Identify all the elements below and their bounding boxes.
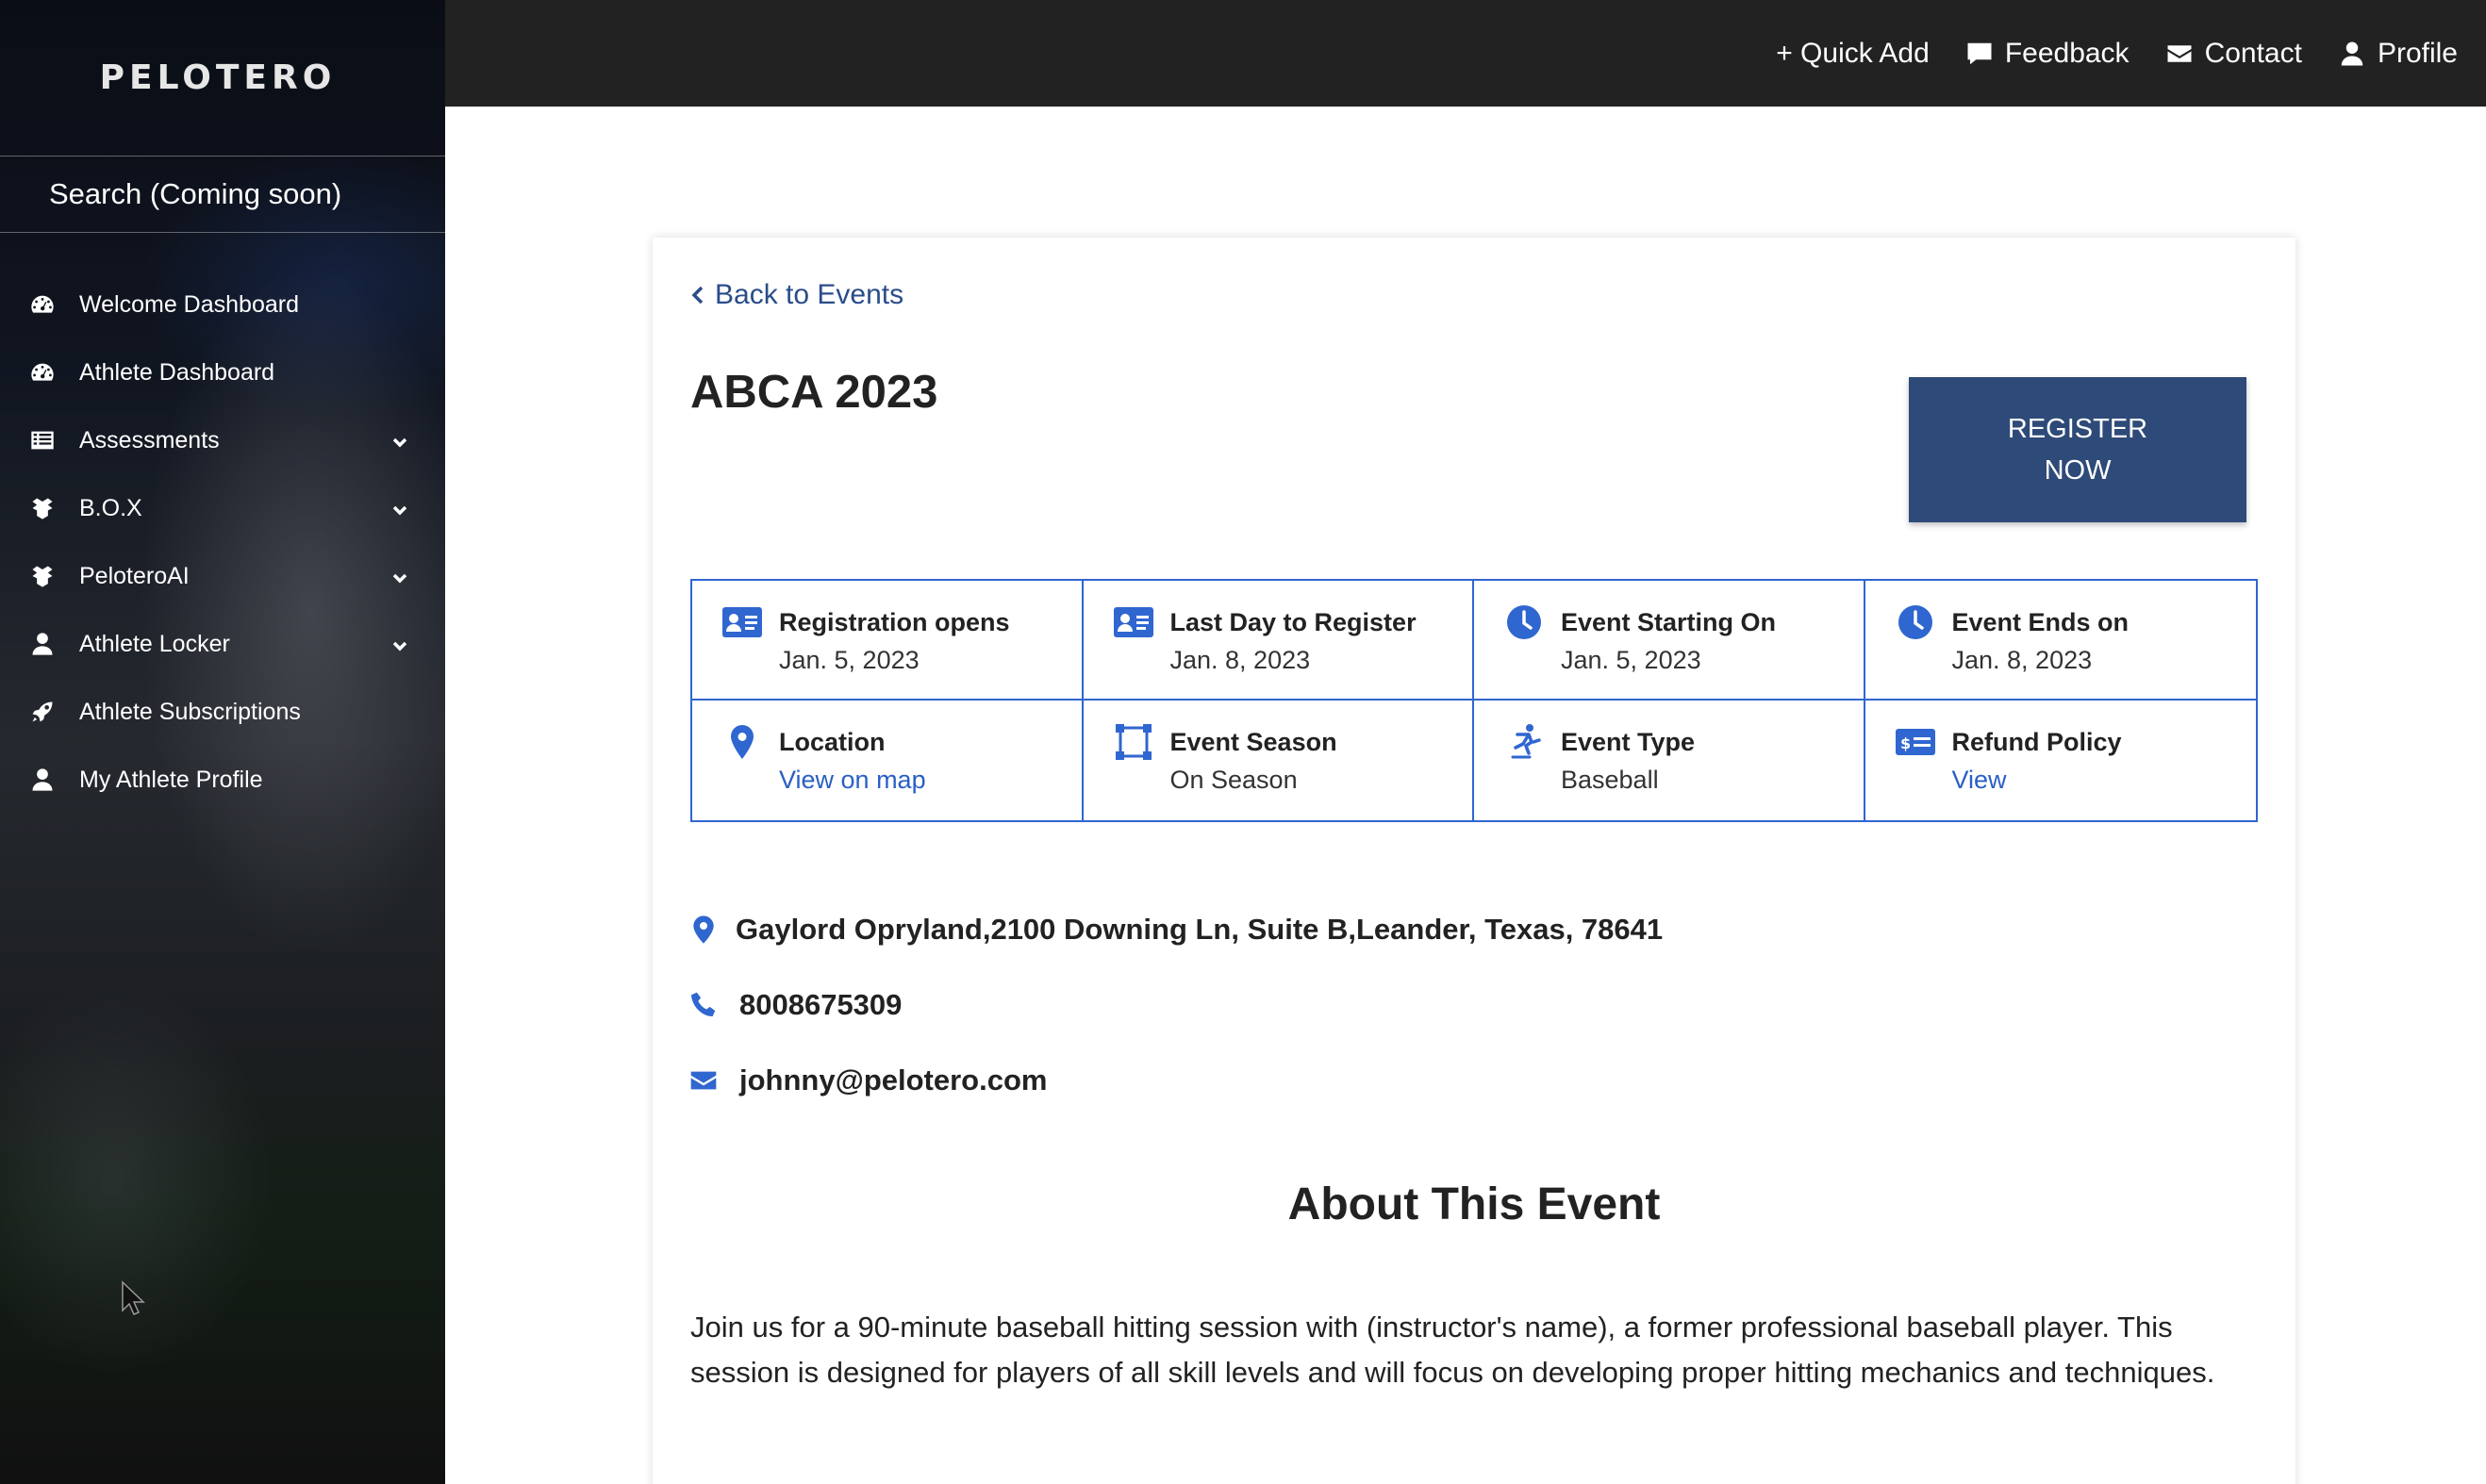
map-pin-icon [693,915,714,944]
comment-icon [1967,42,1992,64]
detail-value: Jan. 5, 2023 [779,646,920,674]
event-card: Back to Events ABCA 2023 REGISTER NOW Re… [653,238,2295,1484]
mouse-cursor-icon [122,1280,145,1315]
chevron-down-icon[interactable] [390,431,409,450]
detail-value: On Season [1169,766,1298,794]
box-icon [28,495,57,521]
search-label: Search (Coming soon) [49,177,342,210]
detail-event-ends-on: Event Ends on Jan. 8, 2023 [1864,581,2256,701]
svg-text:$: $ [1900,734,1911,752]
frame-icon [1112,723,1155,761]
phone-text: 8008675309 [739,988,903,1021]
money-card-icon: $ [1894,723,1937,761]
clock-icon [1894,603,1937,641]
address-text: Gaylord Opryland,2100 Downing Ln, Suite … [736,913,1664,946]
event-details-grid: Registration opens Jan. 5, 2023 Last Day … [690,579,2258,822]
event-phone: 8008675309 [688,988,902,1022]
about-text: Join us for a 90-minute baseball hitting… [690,1311,2215,1389]
detail-refund-policy: $ Refund Policy View [1865,701,2257,820]
sidebar-item-box[interactable]: B.O.X [0,474,445,542]
profile-button[interactable]: Profile [2338,38,2458,70]
detail-label: Registration opens [779,608,1010,636]
event-title: ABCA 2023 [690,367,938,418]
sidebar-item-label: PeloteroAI [79,562,190,589]
chevron-down-icon[interactable] [390,499,409,518]
user-icon [28,767,57,793]
envelope-icon [690,1071,717,1090]
dashboard-icon [28,359,57,386]
id-card-icon [1112,603,1155,641]
detail-label: Event Type [1561,728,1696,756]
event-email: johnny@pelotero.com [688,1064,1047,1097]
sidebar-item-label: Assessments [79,426,220,453]
top-bar: + Quick Add Feedback Contact Profile [445,0,2486,107]
dashboard-icon [28,291,57,318]
about-title: About This Event [1287,1179,1661,1229]
sidebar-nav: Welcome Dashboard Athlete Dashboard Asse… [0,233,445,814]
sidebar-item-assessments[interactable]: Assessments [0,406,445,474]
search-box[interactable]: Search (Coming soon) [0,156,445,233]
sidebar-item-athlete-dashboard[interactable]: Athlete Dashboard [0,338,445,406]
detail-value: Jan. 5, 2023 [1561,646,1701,674]
chevron-left-icon [691,286,704,305]
detail-label: Event Season [1169,728,1337,756]
chevron-down-icon[interactable] [390,567,409,585]
sidebar-item-label: My Athlete Profile [79,766,263,793]
sidebar-item-peloteroai[interactable]: PeloteroAI [0,542,445,610]
sidebar-item-label: Athlete Subscriptions [79,698,301,725]
sidebar-item-label: Welcome Dashboard [79,290,299,318]
list-icon [28,427,57,453]
sidebar-item-my-athlete-profile[interactable]: My Athlete Profile [0,746,445,814]
detail-registration-opens: Registration opens Jan. 5, 2023 [692,581,1084,701]
map-pin-icon [721,723,764,761]
contact-label: Contact [2204,37,2302,69]
feedback-label: Feedback [2004,37,2130,69]
sidebar-item-athlete-subscriptions[interactable]: Athlete Subscriptions [0,678,445,746]
feedback-button[interactable]: Feedback [1965,38,2130,70]
quick-add-button[interactable]: + Quick Add [1776,38,1930,70]
phone-icon [690,992,716,1016]
logo[interactable]: PELOTERO [0,0,445,156]
envelope-icon [2167,44,2192,62]
clock-icon [1502,603,1546,641]
sidebar: PELOTERO Search (Coming soon) Welcome Da… [0,0,445,1484]
email-text[interactable]: johnny@pelotero.com [739,1064,1047,1097]
detail-label: Location [779,728,886,756]
detail-value: Jan. 8, 2023 [1951,646,2093,674]
profile-label: Profile [2377,37,2458,69]
sidebar-item-welcome-dashboard[interactable]: Welcome Dashboard [0,271,445,338]
event-address: Gaylord Opryland,2100 Downing Ln, Suite … [688,913,1663,947]
sidebar-item-label: Athlete Locker [79,630,230,657]
detail-label: Event Starting On [1561,608,1777,636]
view-refund-policy-link[interactable]: View [1952,761,2122,799]
sidebar-item-label: Athlete Dashboard [79,358,275,386]
contact-button[interactable]: Contact [2165,38,2302,70]
back-label: Back to Events [715,279,904,310]
quick-add-label: + Quick Add [1776,37,1930,69]
detail-location: Location View on map [692,701,1084,820]
detail-value: Jan. 8, 2023 [1169,646,1311,674]
box-icon [28,563,57,589]
register-now-button[interactable]: REGISTER NOW [1909,377,2246,522]
skater-icon [1502,723,1546,761]
chevron-down-icon[interactable] [390,635,409,653]
detail-label: Refund Policy [1951,728,2122,756]
detail-event-type: Event Type Baseball [1474,701,1865,820]
user-icon [28,631,57,657]
sidebar-item-athlete-locker[interactable]: Athlete Locker [0,610,445,678]
view-on-map-link[interactable]: View on map [779,761,926,799]
rocket-icon [28,699,57,725]
sidebar-item-label: B.O.X [79,494,142,521]
detail-label: Event Ends on [1951,608,2130,636]
user-icon [2341,41,2363,65]
detail-label: Last Day to Register [1169,608,1417,636]
detail-event-season: Event Season On Season [1084,701,1474,820]
logo-text: PELOTERO [99,58,337,97]
id-card-icon [721,603,764,641]
detail-last-day-to-register: Last Day to Register Jan. 8, 2023 [1083,581,1474,701]
back-to-events-link[interactable]: Back to Events [690,279,903,311]
detail-value: Baseball [1561,766,1659,794]
detail-event-starting-on: Event Starting On Jan. 5, 2023 [1474,581,1865,701]
